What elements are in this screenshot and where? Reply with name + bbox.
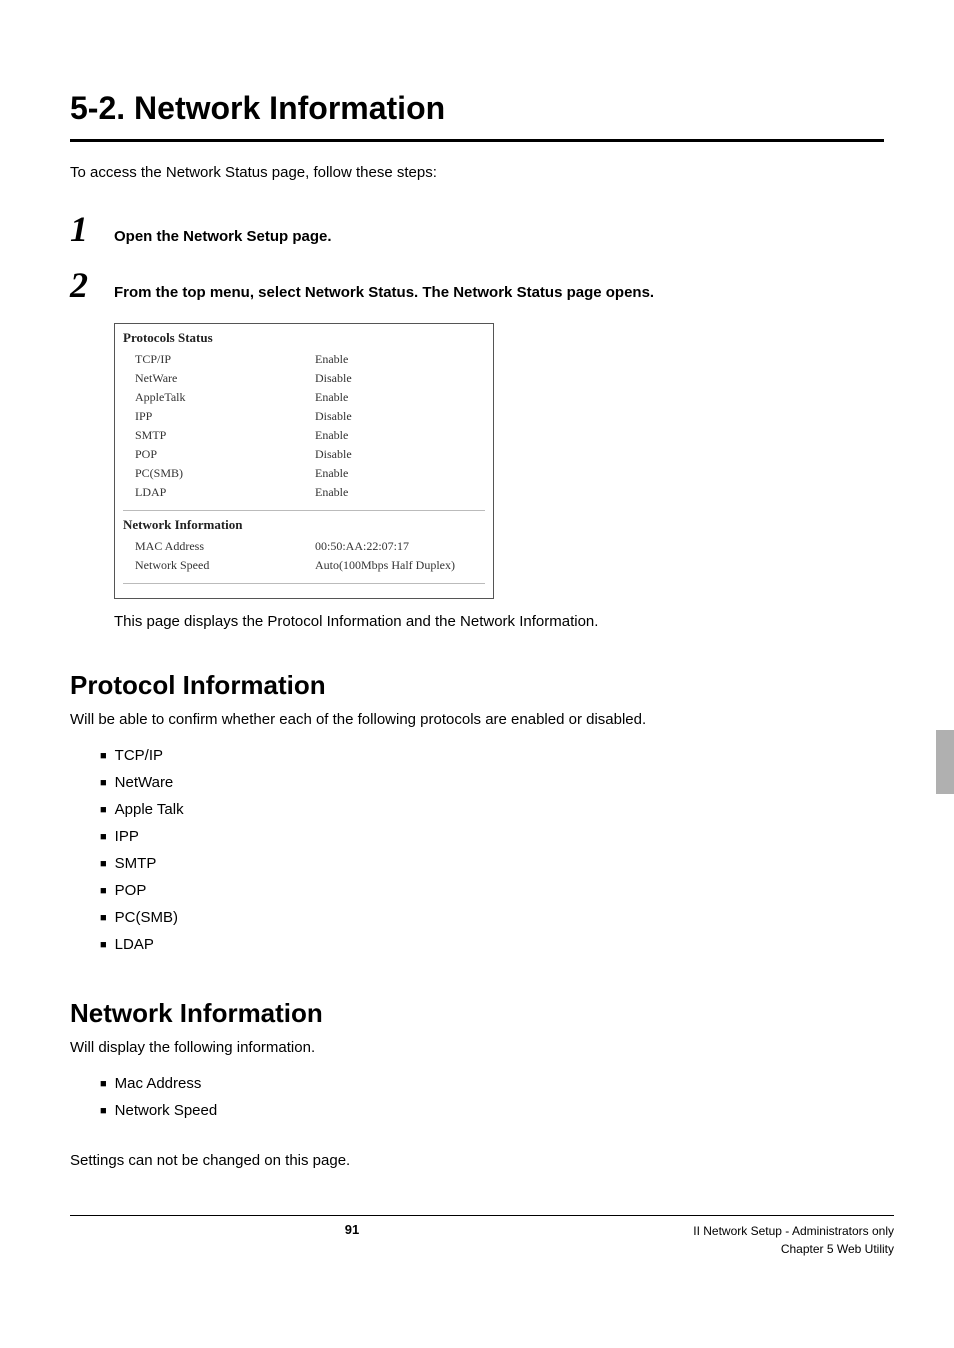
list-item: POP [100,877,884,904]
network-row: Network SpeedAuto(100Mbps Half Duplex) [123,556,485,575]
step-number: 1 [70,211,114,247]
figure-caption: This page displays the Protocol Informat… [114,613,884,630]
list-item: PC(SMB) [100,904,884,931]
protocol-info-heading: Protocol Information [70,670,884,701]
protocol-row: POPDisable [123,445,485,464]
closing-text: Settings can not be changed on this page… [70,1152,884,1169]
title-rule [70,139,884,142]
list-item: Network Speed [100,1097,884,1124]
protocol-name: POP [123,447,315,462]
list-item: Apple Talk [100,796,884,823]
protocol-info-text: Will be able to confirm whether each of … [70,711,884,728]
page-footer: 91 II Network Setup - Administrators onl… [70,1203,894,1258]
network-label: Network Speed [123,558,315,573]
protocol-row: LDAPEnable [123,483,485,502]
figure-divider [123,510,485,511]
protocol-row: PC(SMB)Enable [123,464,485,483]
footer-right-block: II Network Setup - Administrators only C… [634,1222,894,1258]
protocol-status: Disable [315,447,485,462]
list-item: SMTP [100,850,884,877]
protocol-status: Enable [315,466,485,481]
protocol-name: IPP [123,409,315,424]
network-row: MAC Address00:50:AA:22:07:17 [123,537,485,556]
network-value: 00:50:AA:22:07:17 [315,539,485,554]
protocol-row: TCP/IPEnable [123,350,485,369]
protocol-status: Disable [315,371,485,386]
protocol-name: PC(SMB) [123,466,315,481]
protocol-row: IPPDisable [123,407,485,426]
protocol-name: LDAP [123,485,315,500]
network-info-heading: Network Information [70,998,884,1029]
step-1: 1 Open the Network Setup page. [70,211,884,247]
thumb-tab [936,730,954,794]
protocols-status-heading: Protocols Status [123,330,485,346]
step-number: 2 [70,267,114,303]
network-value: Auto(100Mbps Half Duplex) [315,558,485,573]
figure-divider [123,583,485,584]
network-list: Mac Address Network Speed [100,1070,884,1124]
page-number: 91 [70,1222,634,1237]
step-text: Open the Network Setup page. [114,222,332,245]
protocol-status: Enable [315,485,485,500]
protocol-name: SMTP [123,428,315,443]
protocol-list: TCP/IP NetWare Apple Talk IPP SMTP POP P… [100,742,884,958]
protocol-row: AppleTalkEnable [123,388,485,407]
network-information-heading: Network Information [123,517,485,533]
network-label: MAC Address [123,539,315,554]
step-text: From the top menu, select Network Status… [114,278,654,301]
page-title: 5-2. Network Information [70,90,884,127]
protocol-status: Enable [315,352,485,367]
protocol-row: NetWareDisable [123,369,485,388]
intro-text: To access the Network Status page, follo… [70,164,884,181]
step-2: 2 From the top menu, select Network Stat… [70,267,884,303]
protocol-status: Enable [315,428,485,443]
screenshot-figure: Protocols Status TCP/IPEnable NetWareDis… [114,323,494,599]
list-item: TCP/IP [100,742,884,769]
list-item: Mac Address [100,1070,884,1097]
protocol-name: NetWare [123,371,315,386]
list-item: NetWare [100,769,884,796]
list-item: IPP [100,823,884,850]
footer-chapter-label: Chapter 5 Web Utility [634,1240,894,1258]
protocol-name: TCP/IP [123,352,315,367]
protocol-status: Enable [315,390,485,405]
footer-section-label: II Network Setup - Administrators only [634,1222,894,1240]
protocol-row: SMTPEnable [123,426,485,445]
list-item: LDAP [100,931,884,958]
document-page: 5-2. Network Information To access the N… [0,0,954,1348]
protocol-status: Disable [315,409,485,424]
protocol-name: AppleTalk [123,390,315,405]
network-info-text: Will display the following information. [70,1039,884,1056]
